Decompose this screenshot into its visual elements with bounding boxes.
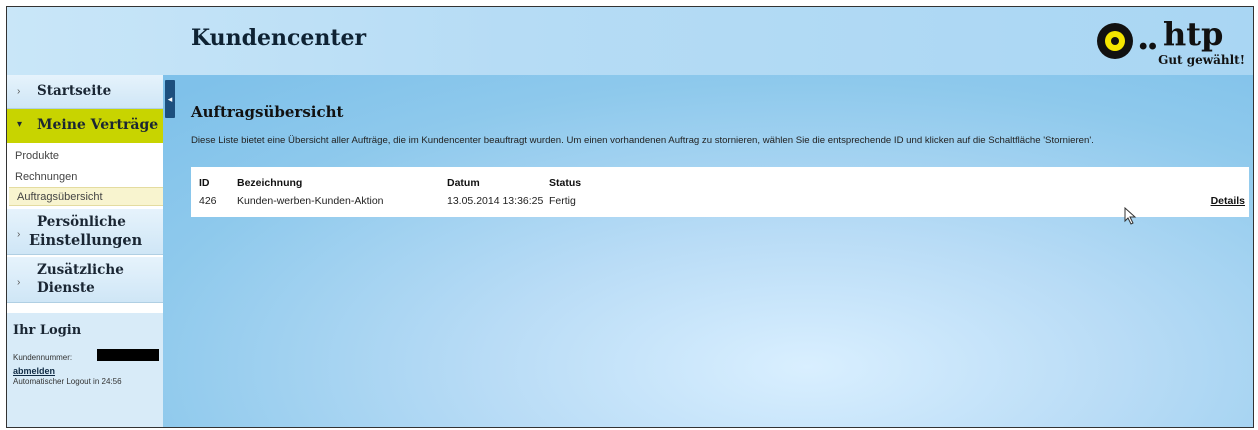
logo-ring-icon	[1097, 23, 1133, 59]
chevron-right-icon: ›	[17, 229, 21, 240]
browser-frame: Kundencenter •• htp Gut gewählt! › Start…	[6, 6, 1254, 428]
logo-brand: htp	[1163, 15, 1224, 53]
sidebar-subitem-auftragsuebersicht[interactable]: Auftragsübersicht	[9, 187, 163, 206]
sidebar-item-label: Meine Verträge	[37, 117, 159, 133]
login-title: Ihr Login	[13, 323, 82, 338]
sidebar-item-label: Startseite	[37, 83, 112, 99]
page-title: Kundencenter	[191, 25, 367, 51]
abmelden-link[interactable]: abmelden	[13, 366, 55, 376]
chevron-down-icon: ▾	[17, 119, 23, 130]
htp-logo[interactable]: •• htp Gut gewählt!	[1097, 15, 1245, 71]
mouse-cursor-icon	[1124, 207, 1137, 225]
sidebar-subitem-rechnungen[interactable]: Rechnungen	[7, 168, 163, 187]
sidebar-item-label-line1: Persönliche	[37, 214, 126, 230]
cell-id[interactable]: 426	[199, 195, 217, 207]
sidebar-collapse-handle[interactable]: ◂	[165, 80, 175, 118]
kundennummer-label: Kundennummer:	[13, 353, 73, 362]
auto-logout-text: Automatischer Logout in 24:56	[13, 377, 122, 386]
logo-dots: ••	[1139, 33, 1158, 60]
cell-bezeichnung: Kunden-werben-Kunden-Aktion	[237, 195, 384, 207]
cell-datum: 13.05.2014 13:36:25	[447, 195, 544, 207]
header-bar: Kundencenter •• htp Gut gewählt!	[7, 7, 1253, 75]
sidebar-item-startseite[interactable]: › Startseite	[7, 75, 163, 109]
chevron-right-icon: ›	[17, 277, 21, 288]
chevron-left-icon: ◂	[167, 94, 173, 104]
sidebar-item-persoenliche-einstellungen[interactable]: › Persönliche Einstellungen	[7, 209, 163, 255]
logo-slogan: Gut gewählt!	[1158, 53, 1245, 67]
sidebar-item-meine-vertraege[interactable]: ▾ Meine Verträge	[7, 109, 163, 143]
content-description: Diese Liste bietet eine Übersicht aller …	[191, 135, 1094, 146]
sidebar-item-label-line2: Einstellungen	[29, 232, 143, 249]
sidebar: › Startseite ▾ Meine Verträge Produkte R…	[7, 75, 163, 427]
column-header-status: Status	[549, 177, 582, 189]
column-header-datum: Datum	[447, 177, 480, 189]
content-title: Auftragsübersicht	[191, 103, 344, 121]
orders-table: ID Bezeichnung Datum Status 426 Kunden-w…	[191, 167, 1249, 217]
kundennummer-redacted	[97, 349, 159, 361]
sidebar-item-label-line2: Dienste	[37, 280, 95, 296]
cell-status: Fertig	[549, 195, 576, 207]
column-header-bezeichnung: Bezeichnung	[237, 177, 303, 189]
details-link[interactable]: Details	[1211, 195, 1245, 207]
chevron-right-icon: ›	[17, 86, 21, 97]
sidebar-item-label-line1: Zusätzliche	[37, 262, 124, 278]
sidebar-subitem-produkte[interactable]: Produkte	[7, 147, 163, 166]
column-header-id: ID	[199, 177, 210, 189]
sidebar-item-zusaetzliche-dienste[interactable]: › Zusätzliche Dienste	[7, 257, 163, 303]
login-box: Ihr Login Kundennummer: abmelden Automat…	[7, 313, 163, 427]
